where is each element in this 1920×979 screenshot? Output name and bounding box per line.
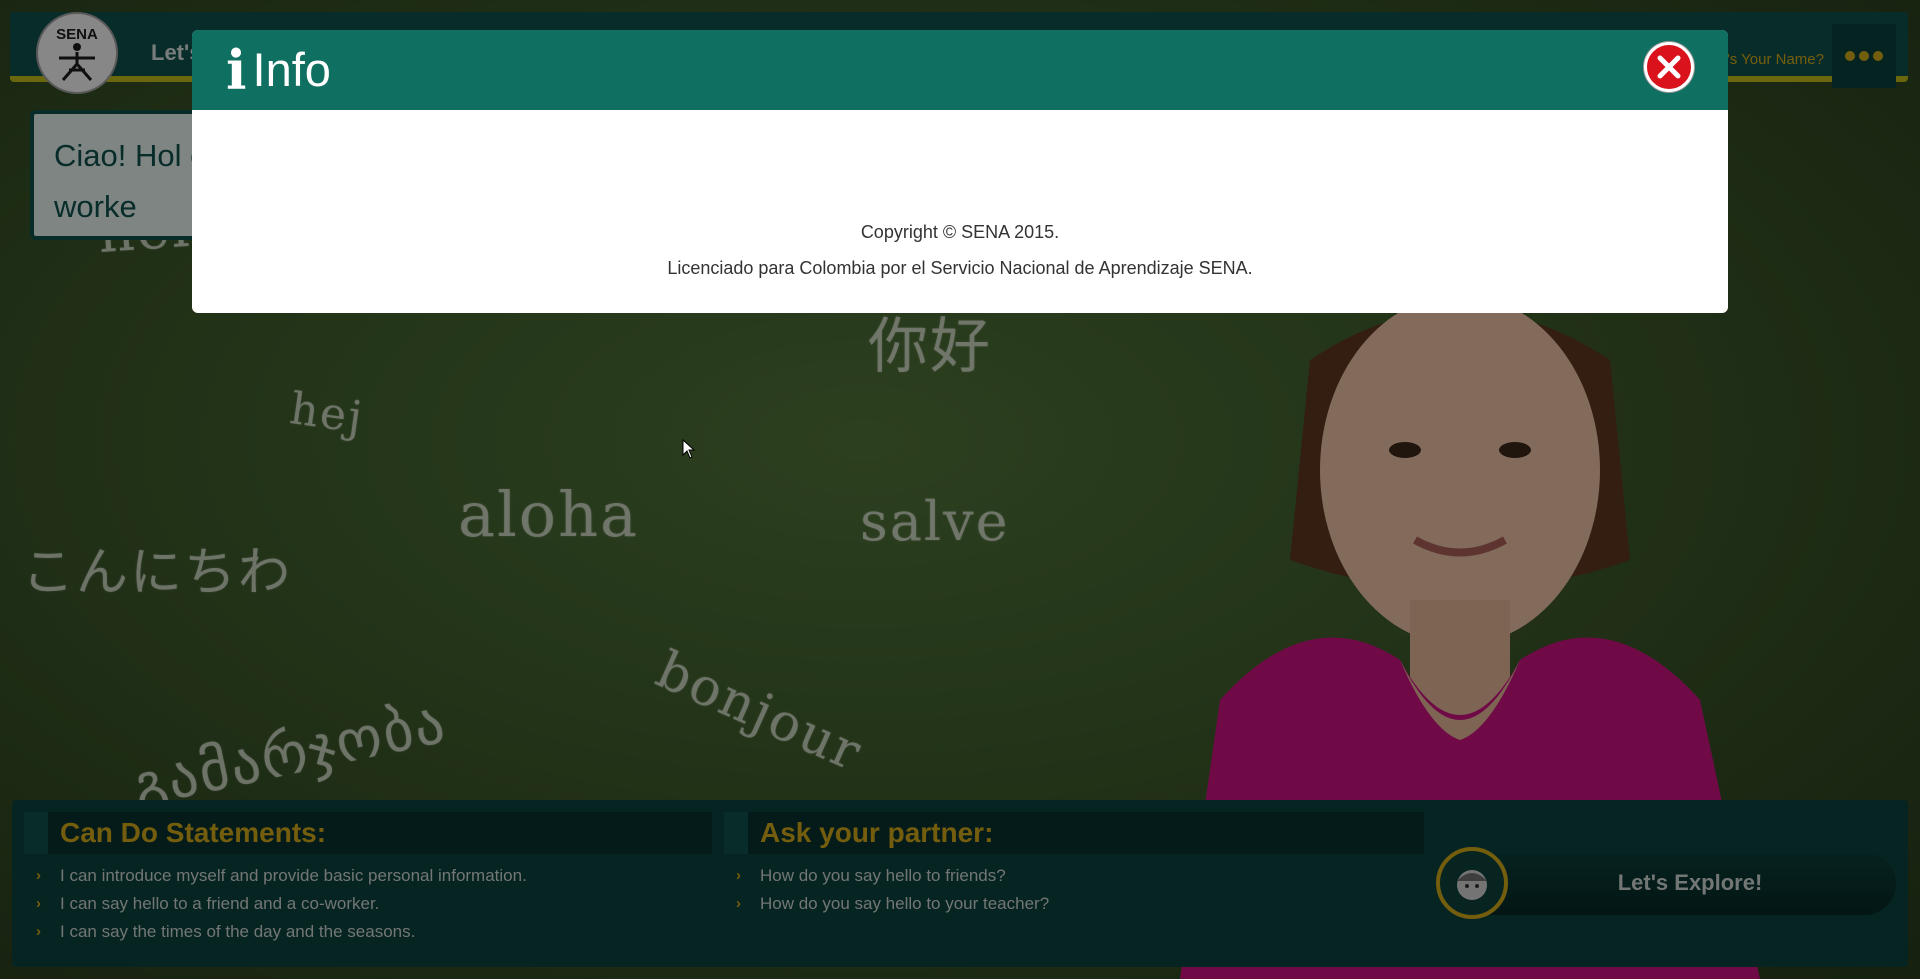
- dialog-header: i Info: [192, 30, 1728, 110]
- dialog-title: Info: [252, 43, 331, 96]
- copyright-text: Copyright © SENA 2015.: [860, 222, 1060, 242]
- close-icon: [1657, 55, 1681, 79]
- info-dialog: i Info Copyright © SENA 2015. Licenciado…: [192, 30, 1728, 313]
- license-text: Licenciado para Colombia por el Servicio…: [667, 258, 1253, 278]
- dialog-body: Copyright © SENA 2015. Licenciado para C…: [192, 110, 1728, 279]
- close-button[interactable]: [1644, 42, 1694, 92]
- mouse-cursor-icon: [682, 439, 696, 459]
- info-icon: i: [226, 38, 247, 102]
- dialog-title-group: i Info: [226, 40, 331, 100]
